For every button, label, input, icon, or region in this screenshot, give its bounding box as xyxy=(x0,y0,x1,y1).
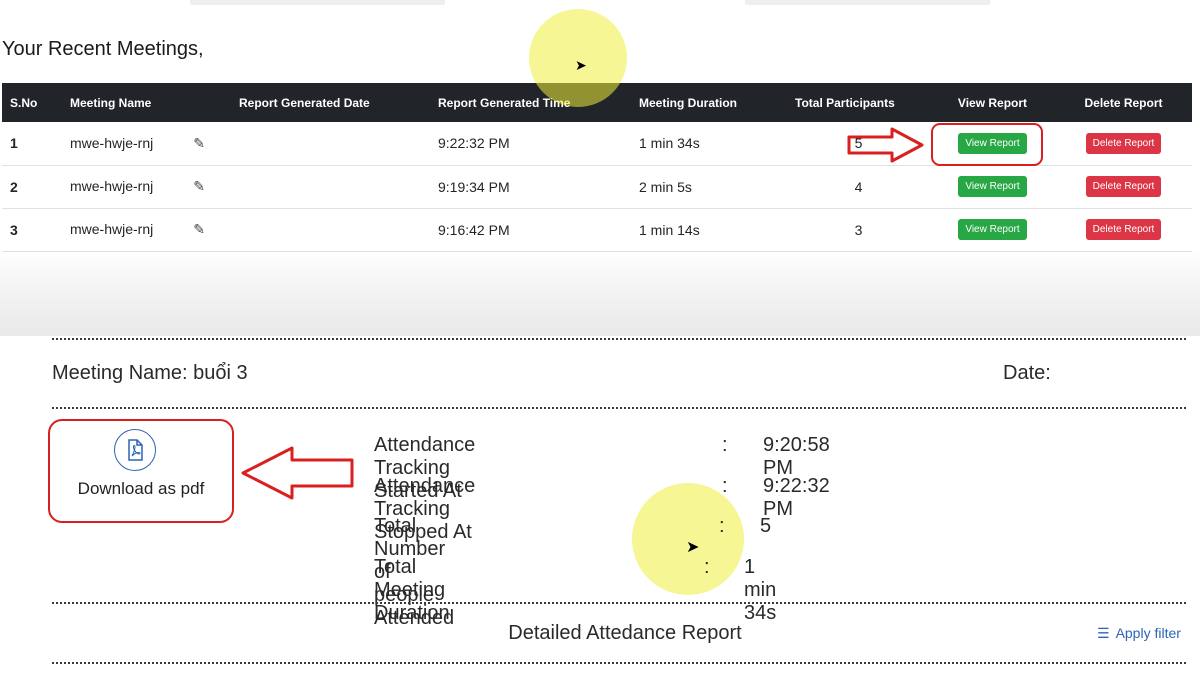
report-time-cell: 9:22:32 PM xyxy=(430,122,631,166)
pencil-icon[interactable]: ✎ xyxy=(193,221,205,238)
info-value: 5 xyxy=(760,515,772,537)
info-colon: : xyxy=(704,556,710,578)
view-report-cell: View Report xyxy=(930,208,1055,252)
annotation-arrow-right xyxy=(847,127,924,163)
meeting-name-label: Meeting Name: buổi 3 xyxy=(52,362,248,384)
cropped-text-line xyxy=(745,0,990,5)
duration-cell: 1 min 34s xyxy=(631,122,787,166)
column-header-participants: Total Participants xyxy=(795,95,895,110)
report-date-cell xyxy=(231,122,430,166)
meeting-name-cell: mwe-hwje-rnj ✎ xyxy=(62,208,231,252)
row-sno: 1 xyxy=(2,122,62,166)
column-header-report-date: Report Generated Date xyxy=(239,95,370,110)
meeting-name-cell: mwe-hwje-rnj ✎ xyxy=(62,122,231,166)
view-report-button[interactable]: View Report xyxy=(958,176,1027,197)
participants-cell: 4 xyxy=(787,165,930,209)
info-value: 1 min 34s xyxy=(744,556,777,624)
mouse-cursor-icon: ➤ xyxy=(686,539,700,556)
apply-filter-label: Apply filter xyxy=(1115,625,1181,641)
row-sno: 3 xyxy=(2,208,62,252)
info-colon: : xyxy=(722,434,728,456)
pencil-icon[interactable]: ✎ xyxy=(193,178,205,195)
row-sno: 2 xyxy=(2,165,62,209)
column-header-delete-report: Delete Report xyxy=(1084,95,1163,110)
report-date-cell xyxy=(231,165,430,209)
info-colon: : xyxy=(719,515,725,537)
meeting-name: mwe-hwje-rnj xyxy=(70,134,154,151)
column-header-meeting-name: Meeting Name xyxy=(70,95,152,110)
column-header-view-report: View Report xyxy=(957,95,1028,110)
divider xyxy=(52,662,1186,664)
detailed-report-title: Detailed Attedance Report xyxy=(508,622,742,644)
delete-report-cell: Delete Report xyxy=(1055,208,1192,252)
meetings-table: S.No Meeting Name Report Generated Date … xyxy=(2,83,1192,252)
divider xyxy=(52,338,1186,340)
meeting-name: mwe-hwje-rnj xyxy=(70,178,154,194)
delete-report-button[interactable]: Delete Report xyxy=(1085,176,1162,197)
delete-report-button[interactable]: Delete Report xyxy=(1085,219,1162,240)
pencil-icon[interactable]: ✎ xyxy=(193,135,205,152)
duration-cell: 1 min 14s xyxy=(631,208,787,252)
mouse-cursor-icon: ➤ xyxy=(575,57,587,73)
info-label: Total Meeting Duration xyxy=(374,556,450,624)
divider xyxy=(52,407,1186,409)
pdf-file-icon xyxy=(114,429,156,471)
info-value: 9:22:32 PM xyxy=(763,475,830,520)
filter-icon: ☰ xyxy=(1097,625,1110,641)
divider xyxy=(52,602,1186,604)
report-time-cell: 9:16:42 PM xyxy=(430,208,631,252)
recent-meetings-heading: Your Recent Meetings, xyxy=(2,38,204,60)
view-report-button[interactable]: View Report xyxy=(958,219,1027,240)
download-pdf-label: Download as pdf xyxy=(77,479,205,498)
column-header-sno: S.No xyxy=(10,95,38,110)
delete-report-button[interactable]: Delete Report xyxy=(1085,132,1162,154)
column-header-duration: Meeting Duration xyxy=(639,95,737,110)
date-label: Date: xyxy=(1003,362,1051,384)
apply-filter-link[interactable]: ☰ Apply filter xyxy=(1097,625,1181,642)
recent-meetings-panel: Your Recent Meetings, S.No Meeting Name … xyxy=(0,0,1200,336)
delete-report-cell: Delete Report xyxy=(1055,122,1192,166)
table-row: 3 mwe-hwje-rnj ✎ 9:16:42 PM 1 min 14s 3 V… xyxy=(2,208,1192,252)
info-value: 9:20:58 PM xyxy=(763,434,830,479)
annotation-highlight-box xyxy=(931,123,1043,166)
meeting-name-cell: mwe-hwje-rnj ✎ xyxy=(62,165,231,209)
participants-cell: 3 xyxy=(787,208,930,252)
report-date-cell xyxy=(231,208,430,252)
meeting-name: mwe-hwje-rnj xyxy=(70,221,154,237)
view-report-cell: View Report xyxy=(930,165,1055,209)
cropped-text-line xyxy=(190,0,445,5)
table-row: 2 mwe-hwje-rnj ✎ 9:19:34 PM 2 min 5s 4 Vi… xyxy=(2,165,1192,209)
annotation-arrow-left xyxy=(241,446,354,500)
delete-report-cell: Delete Report xyxy=(1055,165,1192,209)
report-time-cell: 9:19:34 PM xyxy=(430,165,631,209)
duration-cell: 2 min 5s xyxy=(631,165,787,209)
meeting-report-panel: Meeting Name: buổi 3 Date: Download as p… xyxy=(0,336,1200,675)
download-pdf-button[interactable]: Download as pdf xyxy=(48,419,234,523)
